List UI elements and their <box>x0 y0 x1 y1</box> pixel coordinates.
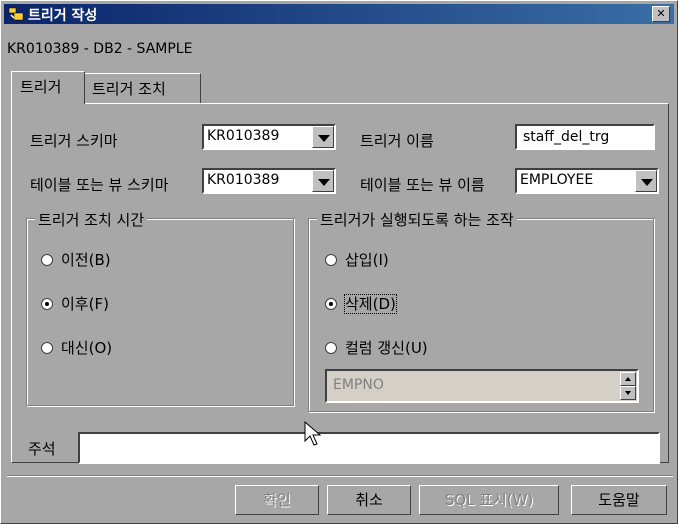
table-schema-value: KR010389 <box>207 172 280 188</box>
show-sql-button[interactable]: SQL 표시(W) <box>419 485 559 515</box>
table-name-select[interactable]: EMPLOYEE <box>515 168 659 194</box>
trigger-schema-label: 트리거 스키마 <box>30 132 118 150</box>
radio-delete[interactable]: 삭제(D) <box>325 293 397 314</box>
table-name-value: EMPLOYEE <box>520 172 594 188</box>
tab-label: 트리거 조치 <box>92 80 166 98</box>
window-title: 트리거 작성 <box>28 8 98 24</box>
close-icon: ✕ <box>656 7 666 20</box>
radio-dot-selected <box>41 298 53 310</box>
tab-trigger-action[interactable]: 트리거 조치 <box>83 73 201 104</box>
trigger-name-input[interactable]: staff_del_trg <box>515 124 655 150</box>
radio-label: 이후(F) <box>61 295 109 313</box>
operation-group: 트리거가 실행되도록 하는 조작 삽입(I) 삭제(D) 컬럼 갱신(U) EM… <box>308 209 654 412</box>
trigger-app-icon <box>8 7 24 21</box>
cancel-button-label: 취소 <box>355 491 383 509</box>
timing-group: 트리거 조치 시간 이전(B) 이후(F) 대신(O) <box>26 209 294 406</box>
radio-dot <box>41 342 53 354</box>
chevron-down-icon[interactable] <box>635 170 657 192</box>
chevron-down-icon[interactable] <box>312 126 334 148</box>
footer-divider <box>7 475 673 477</box>
radio-before[interactable]: 이전(B) <box>41 249 111 270</box>
table-schema-select[interactable]: KR010389 <box>202 168 336 194</box>
cancel-button[interactable]: 취소 <box>327 485 411 515</box>
help-button[interactable]: 도움말 <box>571 485 667 515</box>
radio-label: 이전(B) <box>61 251 111 269</box>
trigger-tab-panel: 트리거 스키마 KR010389 트리거 이름 staff_del_trg 테이… <box>11 103 669 464</box>
column-value: EMPNO <box>333 377 384 393</box>
radio-instead[interactable]: 대신(O) <box>41 337 112 358</box>
chevron-down-icon[interactable] <box>312 170 334 192</box>
table-name-label: 테이블 또는 뷰 이름 <box>360 176 485 194</box>
comment-input[interactable] <box>78 432 660 464</box>
spin-up-icon[interactable] <box>620 372 636 386</box>
spin-down-icon[interactable] <box>620 386 636 400</box>
radio-label: 삭제(D) <box>344 294 397 314</box>
radio-label: 삽입(I) <box>345 251 389 269</box>
radio-label: 컬럼 갱신(U) <box>345 339 428 357</box>
timing-group-title: 트리거 조치 시간 <box>35 209 148 230</box>
radio-dot <box>325 254 337 266</box>
tab-trigger[interactable]: 트리거 <box>11 71 85 104</box>
radio-after[interactable]: 이후(F) <box>41 293 109 314</box>
radio-dot <box>325 342 337 354</box>
tab-label: 트리거 <box>20 78 62 96</box>
help-button-label: 도움말 <box>598 491 640 509</box>
close-button[interactable]: ✕ <box>652 6 670 22</box>
table-schema-label: 테이블 또는 뷰 스키마 <box>30 176 169 194</box>
ok-button[interactable]: 확인 <box>235 485 319 515</box>
show-sql-button-label: SQL 표시(W) <box>444 491 534 509</box>
title-bar[interactable]: 트리거 작성 ✕ <box>4 4 674 24</box>
trigger-schema-value: KR010389 <box>207 128 280 144</box>
trigger-name-value: staff_del_trg <box>523 129 610 145</box>
ok-button-label: 확인 <box>263 491 291 509</box>
spinner-buttons <box>620 372 636 400</box>
operation-group-title: 트리거가 실행되도록 하는 조작 <box>317 209 517 230</box>
radio-update-column[interactable]: 컬럼 갱신(U) <box>325 337 428 358</box>
column-spinner[interactable]: EMPNO <box>325 369 639 403</box>
radio-dot-selected <box>325 298 337 310</box>
radio-insert[interactable]: 삽입(I) <box>325 249 389 270</box>
connection-label: KR010389 - DB2 - SAMPLE <box>7 41 193 57</box>
trigger-schema-select[interactable]: KR010389 <box>202 124 336 150</box>
create-trigger-window: 트리거 작성 ✕ KR010389 - DB2 - SAMPLE 트리거 트리거… <box>0 0 678 524</box>
mouse-pointer-icon <box>304 421 322 446</box>
radio-dot <box>41 254 53 266</box>
trigger-name-label: 트리거 이름 <box>360 132 434 150</box>
radio-label: 대신(O) <box>61 339 113 357</box>
comment-label: 주석 <box>28 440 56 458</box>
